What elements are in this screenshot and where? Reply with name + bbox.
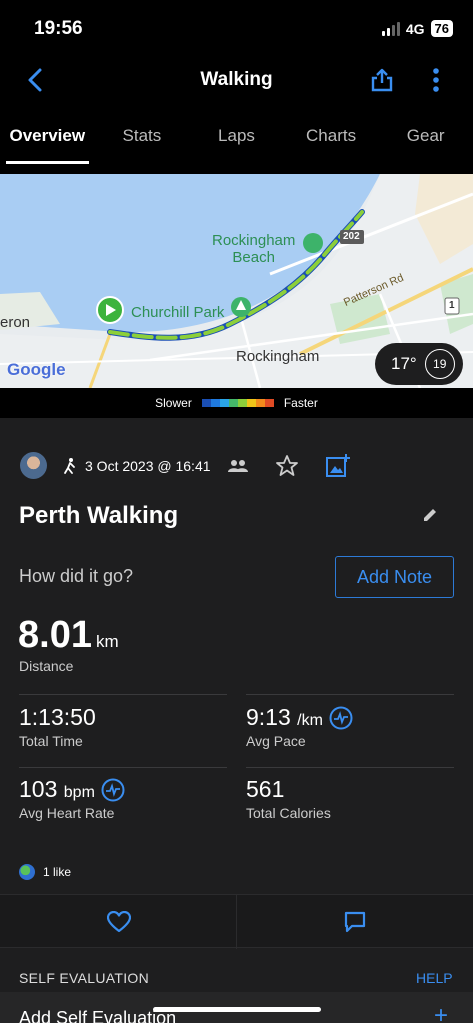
road-shield-202: 202 xyxy=(343,231,360,242)
likes-count: 1 like xyxy=(43,865,72,879)
wind-icon: 19 xyxy=(424,349,455,379)
total-time-label: Total Time xyxy=(19,733,83,749)
tab-overview[interactable]: Overview xyxy=(0,114,95,164)
legend-slower: Slower xyxy=(155,396,192,410)
tab-laps[interactable]: Laps xyxy=(189,114,284,164)
heart-rate-chart-icon[interactable] xyxy=(101,778,125,802)
google-logo: Google xyxy=(7,360,66,379)
avg-pace-value: 9:13 /km xyxy=(246,704,323,730)
liker-avatar xyxy=(19,864,35,880)
stat-avg-pace: 9:13 /km Avg Pace xyxy=(246,704,353,749)
weather-badge: 17° 19 xyxy=(375,343,463,385)
battery-icon: 76 xyxy=(430,20,453,37)
divider xyxy=(19,767,227,768)
activity-card: 3 Oct 2023 @ 16:41 Perth Walking How did… xyxy=(0,418,473,1023)
comment-icon[interactable] xyxy=(343,911,367,933)
share-icon[interactable] xyxy=(370,66,394,94)
legend-swatch xyxy=(237,399,247,407)
activity-date: 3 Oct 2023 @ 16:41 xyxy=(85,457,211,474)
status-bar: 19:56 4G 76 xyxy=(0,0,473,56)
stat-total-calories: 561 Total Calories xyxy=(246,776,331,821)
distance-value: 8.01 km xyxy=(18,614,119,656)
tab-stats[interactable]: Stats xyxy=(95,114,190,164)
map-label-eron: eron xyxy=(0,314,31,331)
tab-charts[interactable]: Charts xyxy=(284,114,379,164)
distance-unit: km xyxy=(95,632,119,651)
like-icon[interactable] xyxy=(107,911,131,933)
legend-gradient xyxy=(201,399,274,407)
pace-chart-icon[interactable] xyxy=(329,706,353,730)
add-note-button[interactable]: Add Note xyxy=(335,556,454,598)
legend-swatch xyxy=(228,399,238,407)
legend-swatch xyxy=(201,399,211,407)
activity-title: Perth Walking xyxy=(19,502,179,529)
wind-speed: 19 xyxy=(433,357,447,371)
add-photo-icon[interactable] xyxy=(325,453,351,479)
avg-hr-label: Avg Heart Rate xyxy=(19,805,115,821)
distance-label: Distance xyxy=(19,658,74,674)
status-time: 19:56 xyxy=(34,18,83,39)
signal-icon xyxy=(381,21,400,36)
divider xyxy=(19,694,227,695)
legend-swatch xyxy=(264,399,274,407)
weather-temp: 17° xyxy=(391,354,417,373)
route-map[interactable]: Rockingham Beach Churchill Park Patterso… xyxy=(0,174,473,388)
calories-label: Total Calories xyxy=(246,805,331,821)
network-label: 4G xyxy=(405,20,425,37)
status-indicators: 4G 76 xyxy=(381,20,453,37)
legend-swatch xyxy=(255,399,265,407)
map-label-rockingham: Rockingham xyxy=(236,348,320,365)
stat-avg-heart-rate: 103 bpm Avg Heart Rate xyxy=(19,776,125,821)
tab-gear[interactable]: Gear xyxy=(378,114,473,164)
self-evaluation-heading: SELF EVALUATION xyxy=(19,970,150,986)
divider xyxy=(236,895,237,949)
more-options-icon[interactable] xyxy=(428,66,444,94)
nav-bar: Walking xyxy=(0,56,473,106)
divider xyxy=(246,694,454,695)
group-icon[interactable] xyxy=(227,458,249,474)
avg-pace-label: Avg Pace xyxy=(246,733,306,749)
legend-swatch xyxy=(219,399,229,407)
total-time-value: 1:13:50 xyxy=(19,704,96,730)
home-indicator xyxy=(153,1007,321,1012)
calories-value: 561 xyxy=(246,776,285,802)
road-shield-1: 1 xyxy=(449,300,455,311)
map-label-churchill-park: Churchill Park xyxy=(131,304,225,321)
star-icon[interactable] xyxy=(275,454,299,478)
pace-legend: Slower Faster xyxy=(0,388,473,418)
legend-swatch xyxy=(246,399,256,407)
walking-icon xyxy=(64,457,75,474)
edit-icon[interactable] xyxy=(421,506,439,524)
likes-row[interactable]: 1 like xyxy=(19,864,71,880)
page-title: Walking xyxy=(200,69,273,90)
map-label-rockingham-beach: Rockingham Beach xyxy=(212,232,296,266)
stat-total-time: 1:13:50 Total Time xyxy=(19,704,96,749)
activity-meta: 3 Oct 2023 @ 16:41 xyxy=(20,452,351,479)
feedback-prompt: How did it go? xyxy=(19,566,134,586)
plus-icon[interactable]: + xyxy=(434,1002,448,1023)
avg-hr-value: 103 bpm xyxy=(19,776,95,802)
avatar[interactable] xyxy=(20,452,47,479)
divider xyxy=(246,767,454,768)
tab-bar: Overview Stats Laps Charts Gear xyxy=(0,114,473,164)
legend-swatch xyxy=(210,399,220,407)
legend-faster: Faster xyxy=(283,396,318,410)
help-link[interactable]: HELP xyxy=(416,970,453,986)
action-bar xyxy=(0,894,473,949)
